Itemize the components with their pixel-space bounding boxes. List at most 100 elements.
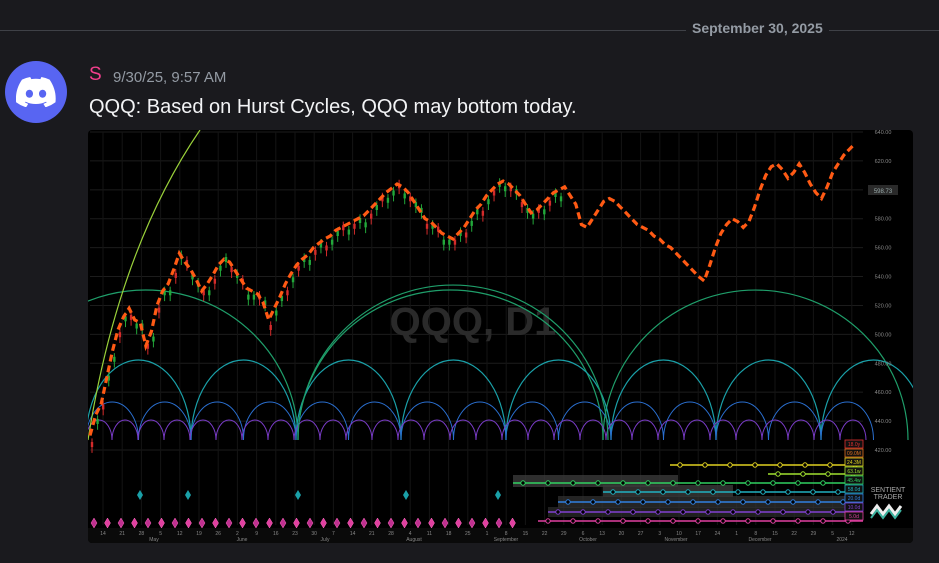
cycle-node — [815, 499, 821, 505]
cycle-diamond — [387, 517, 395, 529]
discord-avatar[interactable] — [5, 61, 67, 123]
cycle-node — [630, 509, 636, 515]
candle-body — [353, 223, 356, 229]
candle-body — [247, 294, 250, 300]
month-label: July — [321, 537, 330, 543]
date-tick-label: 20 — [619, 531, 625, 537]
cycle-node — [705, 509, 711, 515]
cycle-node — [545, 518, 551, 524]
candle-body — [392, 190, 395, 196]
date-tick-label: 12 — [849, 531, 855, 537]
month-label: September — [494, 537, 519, 543]
cycle-diamond — [279, 517, 287, 529]
cycle-arc — [839, 419, 867, 441]
time-axis: 14 21 28 5 12 19 26 2 9 16 23 30 7 14 21 28 4 11 18 25 1 8 15 2… — [88, 528, 913, 543]
candle-body — [152, 336, 155, 342]
message-timestamp: 9/30/25, 9:57 AM — [113, 69, 227, 86]
cycle-label: 18.0y — [848, 442, 861, 448]
price-tick-label: 620.00 — [875, 159, 892, 165]
date-tick-label: 24 — [715, 531, 721, 537]
cycle-diamond — [441, 517, 449, 529]
candle-body — [224, 257, 228, 263]
cycle-node — [760, 489, 766, 495]
chart-image[interactable]: QQQ, D1 640.00620.00600.00580.00560.0054… — [88, 130, 913, 543]
date-tick-label: 17 — [695, 531, 701, 537]
cycle-node — [615, 499, 621, 505]
cycle-arc — [610, 359, 717, 441]
cycle-node — [570, 518, 576, 524]
cycle-node — [660, 489, 666, 495]
cycle-arc — [215, 419, 243, 441]
cycle-diamond — [482, 517, 489, 529]
cycle-arc — [657, 419, 685, 441]
cycle-node — [595, 518, 601, 524]
cycle-node — [770, 518, 776, 524]
cycle-diamond — [333, 517, 341, 529]
cycle-node — [745, 480, 751, 486]
candle-body — [219, 265, 222, 271]
date-tick-label: 25 — [465, 531, 471, 537]
message-author[interactable]: S — [89, 64, 102, 86]
date-tick-label: 28 — [388, 531, 394, 537]
cycle-diamond — [225, 517, 233, 529]
cycle-node — [645, 480, 651, 486]
date-tick-label: 22 — [542, 531, 548, 537]
cycle-node — [580, 509, 586, 515]
candle-body — [174, 272, 177, 278]
cycle-node — [620, 480, 626, 486]
cycle-node — [777, 462, 783, 468]
candle-body — [336, 231, 339, 237]
month-label: 2024 — [836, 537, 847, 543]
candle-body — [386, 197, 390, 203]
brand-line-2: TRADER — [874, 494, 903, 501]
month-label: June — [237, 537, 248, 543]
cycle-diamond — [320, 517, 327, 529]
cycle-node — [790, 499, 796, 505]
cycle-arc — [527, 419, 555, 441]
cycle-diamond — [185, 517, 192, 529]
cycle-panel: 18.0y 09.0M 24.3M 63.1w 45.4w 58.0d 20.0d 10.0d… — [90, 439, 864, 529]
cycle-arc — [267, 419, 295, 441]
cycle-arc — [163, 419, 191, 441]
candle-body — [464, 232, 468, 238]
cycle-node — [605, 509, 611, 515]
cycle-label: 5.0d — [849, 514, 859, 520]
discord-logo-icon — [16, 77, 56, 107]
cycle-diamond — [266, 517, 273, 529]
cycle-node — [735, 489, 741, 495]
cycle-arc — [787, 419, 815, 441]
cycle-node — [545, 480, 551, 486]
cycle-arc — [505, 359, 612, 441]
cycle-arcs — [88, 130, 913, 441]
cycle-node — [565, 499, 571, 505]
cycle-node — [802, 462, 808, 468]
date-tick-label: 12 — [177, 531, 183, 537]
brand-line-1: SENTIENT — [871, 487, 906, 494]
month-label: May — [149, 537, 159, 543]
cycle-node — [730, 509, 736, 515]
cycle-diamond — [212, 517, 219, 529]
price-tick-label: 560.00 — [875, 246, 892, 252]
cycle-diamond — [495, 490, 501, 500]
cycle-arc — [345, 419, 373, 441]
candle-body — [275, 310, 278, 316]
candle-body — [548, 200, 552, 206]
cycle-arc — [820, 359, 913, 441]
candle-body — [559, 196, 563, 202]
cycle-diamond — [403, 490, 409, 500]
cycle-node — [755, 509, 761, 515]
date-tick-label: 11 — [427, 531, 432, 537]
candle-body — [135, 323, 138, 329]
candle-body — [375, 204, 378, 210]
candle-body — [314, 249, 317, 255]
date-tick-label: 7 — [332, 531, 335, 537]
date-tick-label: 5 — [159, 531, 162, 537]
cycle-node — [555, 509, 561, 515]
cycle-diamond — [455, 517, 462, 529]
candle-body — [330, 239, 334, 245]
price-tick-label: 640.00 — [875, 130, 892, 136]
cycle-arc — [475, 419, 503, 441]
cycle-node — [810, 489, 816, 495]
cycle-label: 63.1w — [847, 469, 861, 475]
candle-body — [347, 229, 351, 235]
